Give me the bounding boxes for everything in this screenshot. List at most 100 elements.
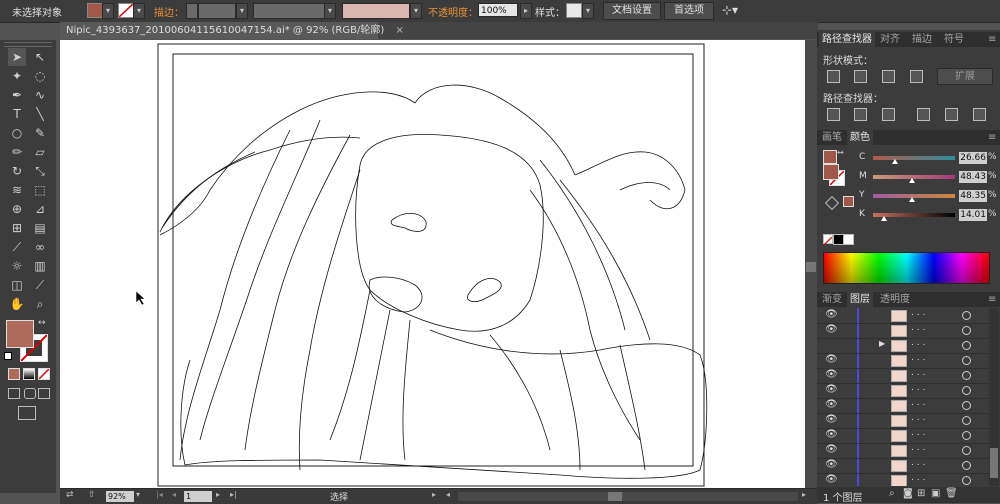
- channel-knob-k[interactable]: [881, 216, 888, 221]
- layer-row[interactable]: 👁 . . .: [817, 443, 1000, 459]
- visibility-eye-icon[interactable]: 👁: [825, 459, 838, 470]
- selection-tool-icon[interactable]: ➤: [8, 48, 26, 66]
- channel-value-y[interactable]: 48.35: [959, 190, 987, 202]
- layer-row[interactable]: 👁 . . .: [817, 428, 1000, 444]
- layers-panel-menu-icon[interactable]: ≡: [985, 292, 999, 307]
- line-tool-icon[interactable]: ╲: [31, 105, 49, 123]
- new-sublayer-icon[interactable]: ⊞: [917, 488, 925, 499]
- direct-selection-tool-icon[interactable]: ↖: [31, 48, 49, 66]
- paintbrush-tool-icon[interactable]: ✎: [31, 124, 49, 142]
- variable-width-field[interactable]: [253, 3, 325, 19]
- trim-icon[interactable]: [854, 108, 867, 121]
- layer-row[interactable]: 👁 . . .: [817, 473, 1000, 486]
- document-tab[interactable]: Nipic_4393637_20100604115610047154.ai* @…: [60, 22, 404, 39]
- color-fill-box[interactable]: [823, 164, 839, 180]
- target-circle-icon[interactable]: [962, 371, 971, 380]
- channel-value-k[interactable]: 14.01: [959, 209, 987, 221]
- hscroll-right[interactable]: ▸: [802, 490, 806, 499]
- target-circle-icon[interactable]: [962, 446, 971, 455]
- variable-width-dropdown[interactable]: ▾: [324, 3, 336, 19]
- crop-icon[interactable]: [917, 108, 930, 121]
- minus-back-icon[interactable]: [973, 108, 986, 121]
- preferences-button[interactable]: 首选项: [664, 2, 714, 20]
- tab-color[interactable]: 颜色: [847, 130, 873, 145]
- pencil-tool-icon[interactable]: ✏: [8, 143, 26, 161]
- target-circle-icon[interactable]: [962, 461, 971, 470]
- hand-tool-icon[interactable]: ✋: [8, 295, 26, 313]
- visibility-eye-icon[interactable]: 👁: [825, 384, 838, 395]
- white-color-icon[interactable]: [843, 234, 854, 245]
- status-menu-arrow[interactable]: ▸: [432, 490, 436, 499]
- zoom-tool-icon[interactable]: ⌕: [31, 295, 49, 313]
- symbol-sprayer-tool-icon[interactable]: ☼: [8, 257, 26, 275]
- visibility-eye-icon[interactable]: 👁: [825, 354, 838, 365]
- color-fill-small[interactable]: [823, 150, 837, 164]
- type-tool-icon[interactable]: T: [8, 105, 26, 123]
- column-graph-tool-icon[interactable]: ▥: [31, 257, 49, 275]
- brush-definition-dropdown[interactable]: ▾: [410, 3, 422, 19]
- visibility-eye-icon[interactable]: 👁: [825, 324, 838, 335]
- out-of-gamut-icon[interactable]: [824, 195, 840, 211]
- expand-triangle-icon[interactable]: ▶: [879, 339, 885, 348]
- eyedropper-tool-icon[interactable]: ⟋: [8, 238, 26, 256]
- target-circle-icon[interactable]: [962, 401, 971, 410]
- toolbox-grip[interactable]: [4, 42, 52, 47]
- width-tool-icon[interactable]: ≋: [8, 181, 26, 199]
- layer-row[interactable]: 👁 . . .: [817, 353, 1000, 369]
- divide-icon[interactable]: [827, 108, 840, 121]
- visibility-eye-icon[interactable]: 👁: [825, 429, 838, 440]
- document-setup-button[interactable]: 文档设置: [603, 2, 661, 20]
- visibility-eye-icon[interactable]: 👁: [825, 444, 838, 455]
- target-circle-icon[interactable]: [962, 326, 971, 335]
- layer-row[interactable]: 👁 . . .: [817, 398, 1000, 414]
- visibility-eye-icon[interactable]: 👁: [825, 414, 838, 425]
- opacity-dropdown[interactable]: ▸: [520, 3, 532, 19]
- horizontal-scrollbar[interactable]: [458, 492, 798, 501]
- stroke-weight-dropdown[interactable]: ▾: [236, 3, 248, 19]
- stroke-weight-field[interactable]: [198, 3, 236, 19]
- tab-pathfinder[interactable]: 路径查找器: [819, 32, 875, 47]
- target-circle-icon[interactable]: [962, 341, 971, 350]
- perspective-tool-icon[interactable]: ⊿: [31, 200, 49, 218]
- stroke-dropdown[interactable]: ▾: [133, 3, 145, 19]
- intersect-icon[interactable]: [882, 70, 895, 83]
- next-artboard-button[interactable]: ▸: [216, 490, 220, 499]
- channel-value-c[interactable]: 26.66: [959, 152, 987, 164]
- tab-stroke[interactable]: 描边: [909, 32, 935, 47]
- shape-builder-tool-icon[interactable]: ⊕: [8, 200, 26, 218]
- target-circle-icon[interactable]: [962, 431, 971, 440]
- default-colors-icon[interactable]: [4, 352, 12, 360]
- tab-symbols[interactable]: 符号: [941, 32, 967, 47]
- first-artboard-button[interactable]: |◂: [156, 490, 163, 499]
- target-circle-icon[interactable]: [962, 476, 971, 485]
- channel-slider-c[interactable]: [873, 156, 955, 160]
- layer-row[interactable]: 👁 . . .: [817, 323, 1000, 339]
- stroke-swatch[interactable]: [118, 3, 134, 18]
- merge-icon[interactable]: [882, 108, 895, 121]
- draw-inside-icon[interactable]: [38, 388, 50, 399]
- hscroll-left[interactable]: ◂: [446, 490, 450, 499]
- ellipse-tool-icon[interactable]: ○: [8, 124, 26, 142]
- layers-scroll-thumb[interactable]: [990, 448, 998, 478]
- channel-value-m[interactable]: 48.43: [959, 171, 987, 183]
- layer-row[interactable]: 👁 . . .: [817, 383, 1000, 399]
- zoom-dropdown[interactable]: ▾: [136, 490, 140, 499]
- outline-icon[interactable]: [945, 108, 958, 121]
- screen-mode-icon[interactable]: [18, 406, 36, 420]
- eraser-tool-icon[interactable]: ▱: [31, 143, 49, 161]
- gradient-tool-icon[interactable]: ▤: [31, 219, 49, 237]
- exclude-icon[interactable]: [910, 70, 923, 83]
- scroll-thumb[interactable]: [806, 262, 816, 272]
- layer-row[interactable]: 👁 . . .: [817, 368, 1000, 384]
- tab-gradient[interactable]: 渐变: [819, 292, 845, 307]
- layer-row[interactable]: 👁 . . .: [817, 413, 1000, 429]
- tab-align[interactable]: 对齐: [877, 32, 903, 47]
- zoom-field[interactable]: 92%: [106, 491, 134, 502]
- scale-tool-icon[interactable]: ⤡: [31, 162, 49, 180]
- channel-knob-m[interactable]: [909, 178, 916, 183]
- panel-menu-icon[interactable]: ≡: [985, 32, 999, 47]
- opacity-label[interactable]: 不透明度：: [428, 4, 478, 19]
- magic-wand-tool-icon[interactable]: ✦: [8, 67, 26, 85]
- stroke-stepper[interactable]: [186, 3, 198, 19]
- tab-transparency[interactable]: 透明度: [877, 292, 913, 307]
